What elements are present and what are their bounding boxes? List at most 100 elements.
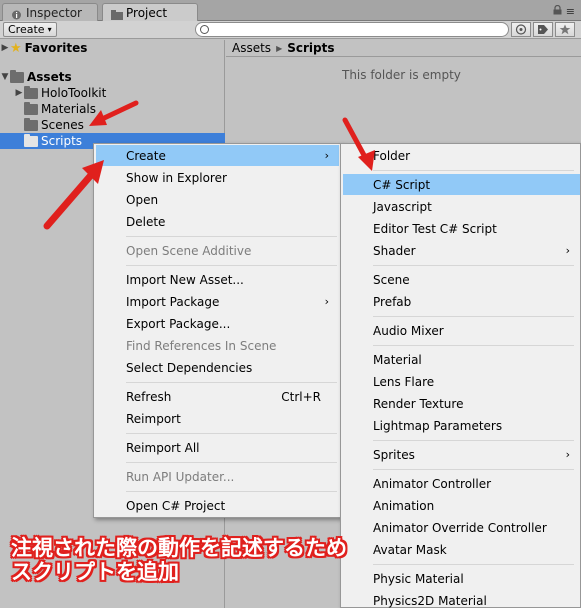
menu-item-label: Animator Controller bbox=[373, 476, 492, 491]
submenu-item-animation[interactable]: Animation bbox=[343, 495, 580, 516]
submenu-item-folder[interactable]: Folder bbox=[343, 145, 580, 166]
tree-item-materials[interactable]: Materials bbox=[0, 101, 225, 117]
menu-item-label: Material bbox=[373, 352, 422, 367]
submenu-item-physics2d-material[interactable]: Physics2D Material bbox=[343, 590, 580, 608]
expand-arrow-icon[interactable]: ▶ bbox=[14, 88, 24, 98]
menu-icon[interactable]: ≡ bbox=[566, 5, 575, 18]
submenu-arrow-icon: › bbox=[324, 149, 329, 162]
submenu-item-lightmap-parameters[interactable]: Lightmap Parameters bbox=[343, 415, 580, 436]
submenu-item-physic-material[interactable]: Physic Material bbox=[343, 568, 580, 589]
menu-item-label: Render Texture bbox=[373, 396, 464, 411]
menu-item-import-package[interactable]: Import Package › bbox=[96, 291, 339, 312]
create-dropdown-button[interactable]: Create ▾ bbox=[3, 22, 57, 37]
menu-item-label: Select Dependencies bbox=[126, 360, 253, 375]
expand-arrow-icon[interactable]: ▶ bbox=[0, 43, 10, 53]
menu-item-create[interactable]: Create › bbox=[96, 145, 339, 166]
menu-item-find-references: Find References In Scene bbox=[96, 335, 339, 356]
tree-favorites[interactable]: ▶ ★ Favorites bbox=[0, 40, 225, 56]
menu-item-label: Reimport bbox=[126, 411, 181, 426]
menu-separator bbox=[126, 462, 337, 463]
folder-icon bbox=[24, 117, 38, 131]
caret-down-icon: ▾ bbox=[47, 25, 52, 34]
tab-inspector[interactable]: Inspector bbox=[2, 3, 98, 21]
create-submenu: Folder C# Script Javascript Editor Test … bbox=[340, 143, 581, 608]
menu-separator bbox=[373, 469, 574, 470]
annotation-caption: 注視された際の動作を記述するため スクリプトを追加 bbox=[11, 536, 347, 584]
menu-item-label: Open Scene Additive bbox=[126, 243, 252, 258]
shortcut-label: Ctrl+R bbox=[281, 389, 321, 404]
caption-line-2: スクリプトを追加 bbox=[11, 560, 179, 584]
menu-item-open-csharp-project[interactable]: Open C# Project bbox=[96, 495, 339, 516]
context-menu: Create › Show in Explorer Open Delete Ope… bbox=[93, 143, 342, 518]
submenu-item-animator-override-controller[interactable]: Animator Override Controller bbox=[343, 517, 580, 538]
menu-item-export-package[interactable]: Export Package... bbox=[96, 313, 339, 334]
favorite-star-icon[interactable] bbox=[555, 22, 575, 37]
lock-icon[interactable] bbox=[553, 4, 562, 18]
menu-item-reimport[interactable]: Reimport bbox=[96, 408, 339, 429]
menu-separator bbox=[373, 316, 574, 317]
menu-item-label: Show in Explorer bbox=[126, 170, 227, 185]
tab-bar-controls: ≡ bbox=[553, 4, 575, 18]
submenu-item-editor-test-script[interactable]: Editor Test C# Script bbox=[343, 218, 580, 239]
submenu-item-csharp-script[interactable]: C# Script bbox=[343, 174, 580, 195]
menu-item-label: Find References In Scene bbox=[126, 338, 277, 353]
tree-item-label: Scenes bbox=[41, 118, 84, 132]
menu-item-label: Sprites bbox=[373, 447, 415, 462]
menu-item-run-api-updater: Run API Updater... bbox=[96, 466, 339, 487]
submenu-item-avatar-mask[interactable]: Avatar Mask bbox=[343, 539, 580, 560]
tab-bar: Inspector Project ≡ bbox=[0, 0, 581, 21]
submenu-item-prefab[interactable]: Prefab bbox=[343, 291, 580, 312]
tree-assets[interactable]: ▼ Assets bbox=[0, 69, 225, 85]
tree-item-label: HoloToolkit bbox=[41, 86, 107, 100]
menu-item-label: Physic Material bbox=[373, 571, 464, 586]
collapse-arrow-icon[interactable]: ▼ bbox=[0, 72, 10, 82]
menu-item-reimport-all[interactable]: Reimport All bbox=[96, 437, 339, 458]
menu-item-label: Animation bbox=[373, 498, 435, 513]
submenu-item-material[interactable]: Material bbox=[343, 349, 580, 370]
empty-folder-message: This folder is empty bbox=[342, 68, 461, 82]
menu-item-refresh[interactable]: Refresh Ctrl+R bbox=[96, 386, 339, 407]
menu-item-import-new-asset[interactable]: Import New Asset... bbox=[96, 269, 339, 290]
breadcrumb-assets[interactable]: Assets bbox=[232, 41, 271, 55]
submenu-item-scene[interactable]: Scene bbox=[343, 269, 580, 290]
menu-item-label: Shader bbox=[373, 243, 416, 258]
menu-item-open[interactable]: Open bbox=[96, 189, 339, 210]
menu-item-delete[interactable]: Delete bbox=[96, 211, 339, 232]
search-box[interactable] bbox=[195, 22, 509, 37]
submenu-item-animator-controller[interactable]: Animator Controller bbox=[343, 473, 580, 494]
tab-project-label: Project bbox=[126, 6, 168, 20]
caption-line-1: 注視された際の動作を記述するため bbox=[11, 536, 347, 560]
menu-item-label: Audio Mixer bbox=[373, 323, 444, 338]
tab-inspector-label: Inspector bbox=[26, 6, 82, 20]
label-tag-icon[interactable] bbox=[533, 22, 553, 37]
menu-item-label: Reimport All bbox=[126, 440, 200, 455]
menu-item-label: Create bbox=[126, 148, 166, 163]
menu-item-select-dependencies[interactable]: Select Dependencies bbox=[96, 357, 339, 378]
breadcrumb-separator-icon: ▶ bbox=[276, 43, 283, 53]
filter-type-icon[interactable] bbox=[511, 22, 531, 37]
submenu-item-lens-flare[interactable]: Lens Flare bbox=[343, 371, 580, 392]
menu-item-label: C# Script bbox=[373, 177, 431, 192]
submenu-item-shader[interactable]: Shader › bbox=[343, 240, 580, 261]
tab-project[interactable]: Project bbox=[102, 3, 198, 21]
submenu-item-javascript[interactable]: Javascript bbox=[343, 196, 580, 217]
submenu-item-sprites[interactable]: Sprites › bbox=[343, 444, 580, 465]
menu-item-show-in-explorer[interactable]: Show in Explorer bbox=[96, 167, 339, 188]
folder-icon bbox=[111, 9, 123, 20]
submenu-item-render-texture[interactable]: Render Texture bbox=[343, 393, 580, 414]
submenu-arrow-icon: › bbox=[565, 244, 570, 257]
breadcrumb-scripts[interactable]: Scripts bbox=[287, 41, 334, 55]
submenu-item-audio-mixer[interactable]: Audio Mixer bbox=[343, 320, 580, 341]
info-icon bbox=[11, 9, 22, 19]
menu-item-label: Editor Test C# Script bbox=[373, 221, 497, 236]
menu-item-label: Open C# Project bbox=[126, 498, 226, 513]
search-input[interactable] bbox=[213, 23, 473, 36]
tree-item-holotoolkit[interactable]: ▶ HoloToolkit bbox=[0, 85, 225, 101]
menu-separator bbox=[373, 345, 574, 346]
folder-icon bbox=[24, 133, 38, 147]
menu-item-label: Prefab bbox=[373, 294, 412, 309]
menu-separator bbox=[373, 265, 574, 266]
tree-item-label: Scripts bbox=[41, 134, 83, 148]
menu-item-label: Refresh bbox=[126, 389, 172, 404]
tree-item-scenes[interactable]: Scenes bbox=[0, 117, 225, 133]
